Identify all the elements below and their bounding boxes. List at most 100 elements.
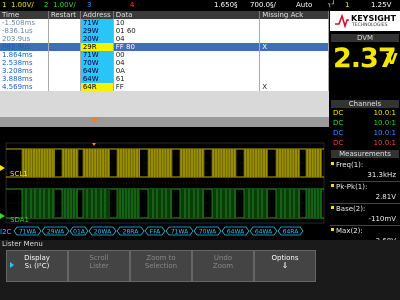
lister-address-cell: 71W (80, 19, 114, 27)
channel-probe-ratio: 10.0:1 (373, 139, 396, 147)
lister-row[interactable]: 3.208ms 64W 0A (0, 67, 329, 75)
lister-row[interactable]: 203.9us 20W 04 (0, 35, 329, 43)
ch1-scale[interactable]: 1.00V/ (11, 1, 34, 9)
lister-ack-cell: X (259, 43, 329, 51)
scl-burst (276, 149, 300, 177)
lister-ack-cell: X (259, 83, 329, 91)
dvm-unit: V (386, 50, 398, 68)
select-arrow-icon (10, 262, 14, 268)
lister-data-cell: 04 (113, 59, 261, 67)
trigger-mode[interactable]: Auto (296, 1, 312, 9)
channel-row[interactable]: DC 10.0:1 (330, 119, 400, 128)
col-data[interactable]: Data (113, 11, 261, 19)
sda-trace (6, 188, 324, 219)
waveform-graticule[interactable]: 71WA 29WA 01A 20WA 28RA FFA 71WA 70WA 64WA 64WA 64… (0, 127, 329, 240)
lister-time-cell: 4.569ms (0, 83, 49, 91)
channel-row[interactable]: DC 10.0:1 (330, 139, 400, 148)
lister-data-cell: 10 (113, 19, 261, 27)
lister-data-cell: 01 60 (113, 27, 261, 35)
status-bar: 1 1.00V/ 2 1.00V/ 3 4 1.650§ 700.0§/ Aut… (0, 0, 400, 11)
lister-row[interactable]: 883.9us 29R FF 80 X (0, 43, 329, 51)
dvm-header[interactable]: DVM (331, 34, 399, 42)
measurement-indicator-icon (331, 184, 334, 187)
scl-burst (148, 149, 172, 177)
lister-time-cell: -836.1us (0, 27, 49, 35)
sda-burst (117, 189, 140, 218)
channel-row[interactable]: DC 10.0:1 (330, 129, 400, 138)
measurement-item[interactable]: Base(2): -110mV (330, 205, 400, 226)
dvm-readout: 2.37 V (330, 43, 400, 98)
decode-label: 71WA (171, 229, 189, 236)
lister-address-cell: 71W (80, 51, 114, 59)
ch2-scale[interactable]: 1.00V/ (53, 1, 76, 9)
softkey-3[interactable]: Zoom to Selection (130, 250, 192, 282)
ch2-number[interactable]: 2 (44, 1, 48, 9)
scl-trace (6, 148, 324, 178)
lister-ack-cell (259, 19, 329, 27)
lister-data-cell: 0A (113, 67, 261, 75)
lister-data-cell: 04 (113, 35, 261, 43)
lister-table[interactable]: Time Restart Address Data Missing Ack -1… (0, 11, 329, 91)
channel-coupling: DC (333, 109, 344, 117)
decode-label: 64RA (283, 229, 300, 236)
trigger-source[interactable]: 1 (345, 1, 349, 9)
col-address[interactable]: Address (80, 11, 114, 19)
ch3-number[interactable]: 3 (87, 1, 91, 9)
sda-burst (212, 189, 236, 218)
ch2-ground-marker-icon (0, 213, 5, 219)
ch1-number[interactable]: 1 (2, 1, 6, 9)
channel-coupling: DC (333, 119, 344, 127)
lister-restart-cell (48, 27, 81, 35)
softkey-2[interactable]: Scroll Lister (68, 250, 130, 282)
lister-restart-cell (48, 83, 81, 91)
col-restart[interactable]: Restart (48, 11, 81, 19)
waveform-display[interactable]: 71WA 29WA 01A 20WA 28RA FFA 71WA 70WA 64WA 64WA 64… (0, 127, 329, 240)
channel-row[interactable]: DC 10.0:1 (330, 109, 400, 118)
scl-burst (180, 149, 204, 177)
lister-row[interactable]: 4.569ms 64R FF X (0, 83, 329, 91)
channels-header[interactable]: Channels (331, 100, 399, 108)
trigger-level[interactable]: 1.25V (371, 1, 391, 9)
ch4-number[interactable]: 4 (130, 1, 134, 9)
lister-row[interactable]: -836.1us 29W 01 60 (0, 27, 329, 35)
measurement-item[interactable]: Pk-Pk(1): 2.81V (330, 183, 400, 204)
lister-time-cell: 203.9us (0, 35, 49, 43)
measurement-indicator-icon (331, 228, 334, 231)
lister-address-cell: 64W (80, 67, 114, 75)
lister-time-cell: -1.508ms (0, 19, 49, 27)
decode-label: 64WA (255, 229, 273, 236)
time-reference-marker (91, 118, 99, 123)
measurements-header[interactable]: Measurements (331, 150, 399, 158)
lister-row[interactable]: -1.508ms 71W 10 (0, 19, 329, 27)
brand-name: KEYSIGHT (351, 14, 396, 23)
lister-row[interactable]: 1.864ms 71W 00 (0, 51, 329, 59)
lister-data-cell: FF (113, 83, 261, 91)
softkey-4[interactable]: Undo Zoom (192, 250, 254, 282)
lister-row[interactable]: 2.538ms 70W 04 (0, 59, 329, 67)
col-missing-ack[interactable]: Missing Ack (259, 11, 329, 19)
lister-time-cell: 2.538ms (0, 59, 49, 67)
scl-label: SCL1 (10, 170, 28, 178)
measurement-indicator-icon (331, 162, 334, 165)
lister-address-cell: 29W (80, 27, 114, 35)
lister-time-cell: 3.888ms (0, 75, 49, 83)
softkey-1[interactable]: Display S₁ (I²C) (6, 250, 68, 282)
col-time[interactable]: Time (0, 11, 49, 19)
lister-panel[interactable]: Time Restart Address Data Missing Ack -1… (0, 11, 329, 127)
measurement-item[interactable]: Freq(1): 31.3kHz (330, 161, 400, 182)
lister-row[interactable]: 3.888ms 64W 61 (0, 75, 329, 83)
timebase-position[interactable]: 1.650§ (214, 1, 238, 9)
timebase-scale[interactable]: 700.0§/ (250, 1, 276, 9)
softkey-5[interactable]: Options ⇓ (254, 250, 316, 282)
softkey-label: Zoom to (146, 254, 176, 262)
decode-row: 71WA 29WA 01A 20WA 28RA FFA 71WA 70WA 64WA 64WA 64… (13, 226, 304, 236)
channel-coupling: DC (333, 139, 344, 147)
scl-burst (244, 149, 268, 177)
lister-address-cell: 64W (80, 75, 114, 83)
lister-restart-cell (48, 59, 81, 67)
measurement-label: Max(2): (336, 227, 363, 235)
brand-subtitle: TECHNOLOGIES (352, 23, 388, 28)
decode-label: FFA (150, 229, 161, 236)
softkey-sublabel: S₁ (I²C) (24, 262, 50, 270)
lister-ack-cell (259, 51, 329, 59)
